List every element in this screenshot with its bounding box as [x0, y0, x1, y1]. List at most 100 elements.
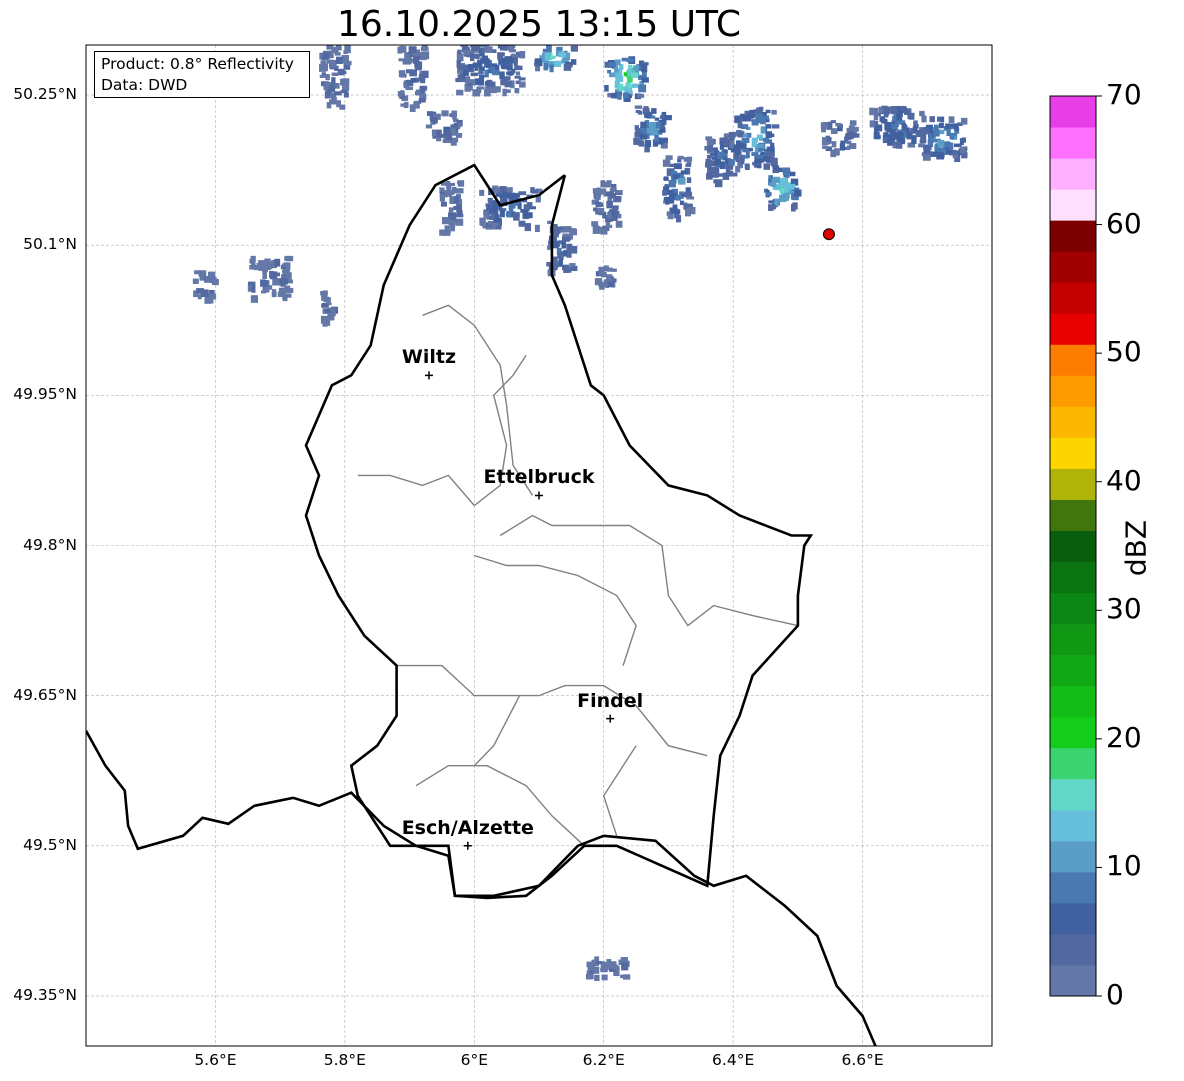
colorbar-segment [1050, 437, 1096, 469]
colorbar-segment [1050, 96, 1096, 128]
precip-pixel [611, 268, 617, 272]
precip-pixel [262, 271, 267, 280]
precip-pixel [728, 131, 736, 138]
precip-pixel [485, 62, 491, 69]
precip-pixel [503, 89, 511, 93]
precip-pixel [849, 120, 857, 126]
colorbar-segment [1050, 530, 1096, 563]
precip-pixel [713, 179, 718, 184]
precip-pixel [637, 93, 645, 98]
precip-pixel [453, 123, 458, 128]
precip-pixel [665, 155, 673, 160]
precip-pixel [663, 176, 669, 181]
precip-pixel [671, 208, 679, 213]
precip-pixel [336, 100, 342, 108]
colorbar-segment [1050, 902, 1096, 935]
precip-pixel [478, 70, 484, 75]
precip-pixel [599, 271, 604, 276]
precip-pixel [933, 124, 939, 130]
precip-pixel [614, 68, 619, 73]
precip-pixel [319, 63, 327, 72]
precip-pixel [913, 120, 918, 126]
precip-pixel [641, 71, 647, 78]
precip-pixel [828, 121, 833, 130]
precip-pixel [524, 223, 532, 232]
precip-pixel [763, 137, 770, 142]
precip-pixel [506, 211, 512, 218]
precip-pixel [949, 132, 955, 140]
precip-pixel [638, 84, 647, 93]
precip-pixel [439, 194, 446, 202]
precip-pixel [717, 152, 725, 160]
precip-pixel [514, 75, 521, 79]
precip-pixel [890, 106, 897, 114]
precip-pixel [901, 122, 907, 131]
precip-pixel [445, 129, 451, 137]
colorbar-segment [1050, 654, 1096, 687]
precip-pixel [561, 241, 567, 249]
precip-pixel [936, 116, 942, 122]
precip-pixel [594, 192, 601, 200]
precip-pixel [937, 139, 945, 148]
precip-pixel [960, 117, 968, 125]
precip-pixel [923, 128, 929, 135]
precip-pixel [662, 190, 667, 196]
precip-pixel [553, 60, 562, 67]
precip-pixel [873, 131, 880, 140]
precip-pixel [450, 225, 455, 232]
precip-pixel [516, 71, 521, 76]
precip-pixel [653, 128, 659, 134]
precip-pixel [591, 221, 599, 227]
colorbar-segment [1050, 158, 1096, 190]
precip-pixel [773, 176, 781, 184]
precip-pixel [623, 92, 629, 99]
precip-pixel [503, 76, 511, 81]
radar-map [85, 44, 1102, 1047]
precip-pixel [282, 270, 290, 275]
precip-pixel [544, 52, 549, 61]
precip-pixel [553, 229, 559, 238]
precip-pixel [415, 89, 421, 96]
precip-pixel [421, 45, 428, 50]
precip-pixel [613, 965, 620, 970]
precip-pixel [789, 171, 796, 177]
precip-pixel [506, 187, 513, 193]
precip-pixel [484, 81, 489, 86]
precip-pixel [328, 99, 337, 105]
precip-pixel [414, 61, 422, 68]
precip-pixel [936, 152, 945, 160]
precip-pixel [497, 52, 505, 57]
precip-pixel [272, 278, 280, 286]
precip-pixel [733, 172, 738, 177]
precip-pixel [398, 58, 405, 62]
precip-pixel [654, 117, 660, 121]
precip-pixel [519, 81, 526, 88]
precip-pixel [720, 137, 728, 142]
precip-pixel [604, 84, 609, 92]
precip-pixel [675, 194, 681, 201]
precip-pixel [673, 163, 682, 170]
precip-pixel [742, 148, 749, 153]
precip-pixel [344, 45, 351, 54]
precip-pixel [922, 153, 931, 161]
precip-pixel [519, 51, 526, 59]
precip-pixel [508, 192, 516, 200]
colorbar [1049, 95, 1102, 997]
precip-pixel [260, 279, 266, 287]
colorbar-tick-label: 70 [1106, 78, 1142, 111]
precip-pixel [609, 192, 617, 199]
precip-pixel [431, 129, 437, 137]
precip-pixel [790, 204, 796, 212]
colorbar-tick-label: 60 [1106, 206, 1142, 240]
precip-pixel [208, 289, 215, 294]
precip-pixel [474, 78, 483, 85]
precip-pixel [770, 157, 778, 166]
colorbar-segment [1050, 871, 1096, 904]
precip-pixel [532, 189, 538, 194]
precip-pixel [405, 86, 413, 91]
precip-pixel [342, 78, 350, 84]
precip-pixel [340, 89, 347, 94]
precip-pixel [651, 108, 657, 114]
precip-pixel [472, 89, 481, 97]
lat-tick-label: 49.5°N [23, 835, 77, 854]
